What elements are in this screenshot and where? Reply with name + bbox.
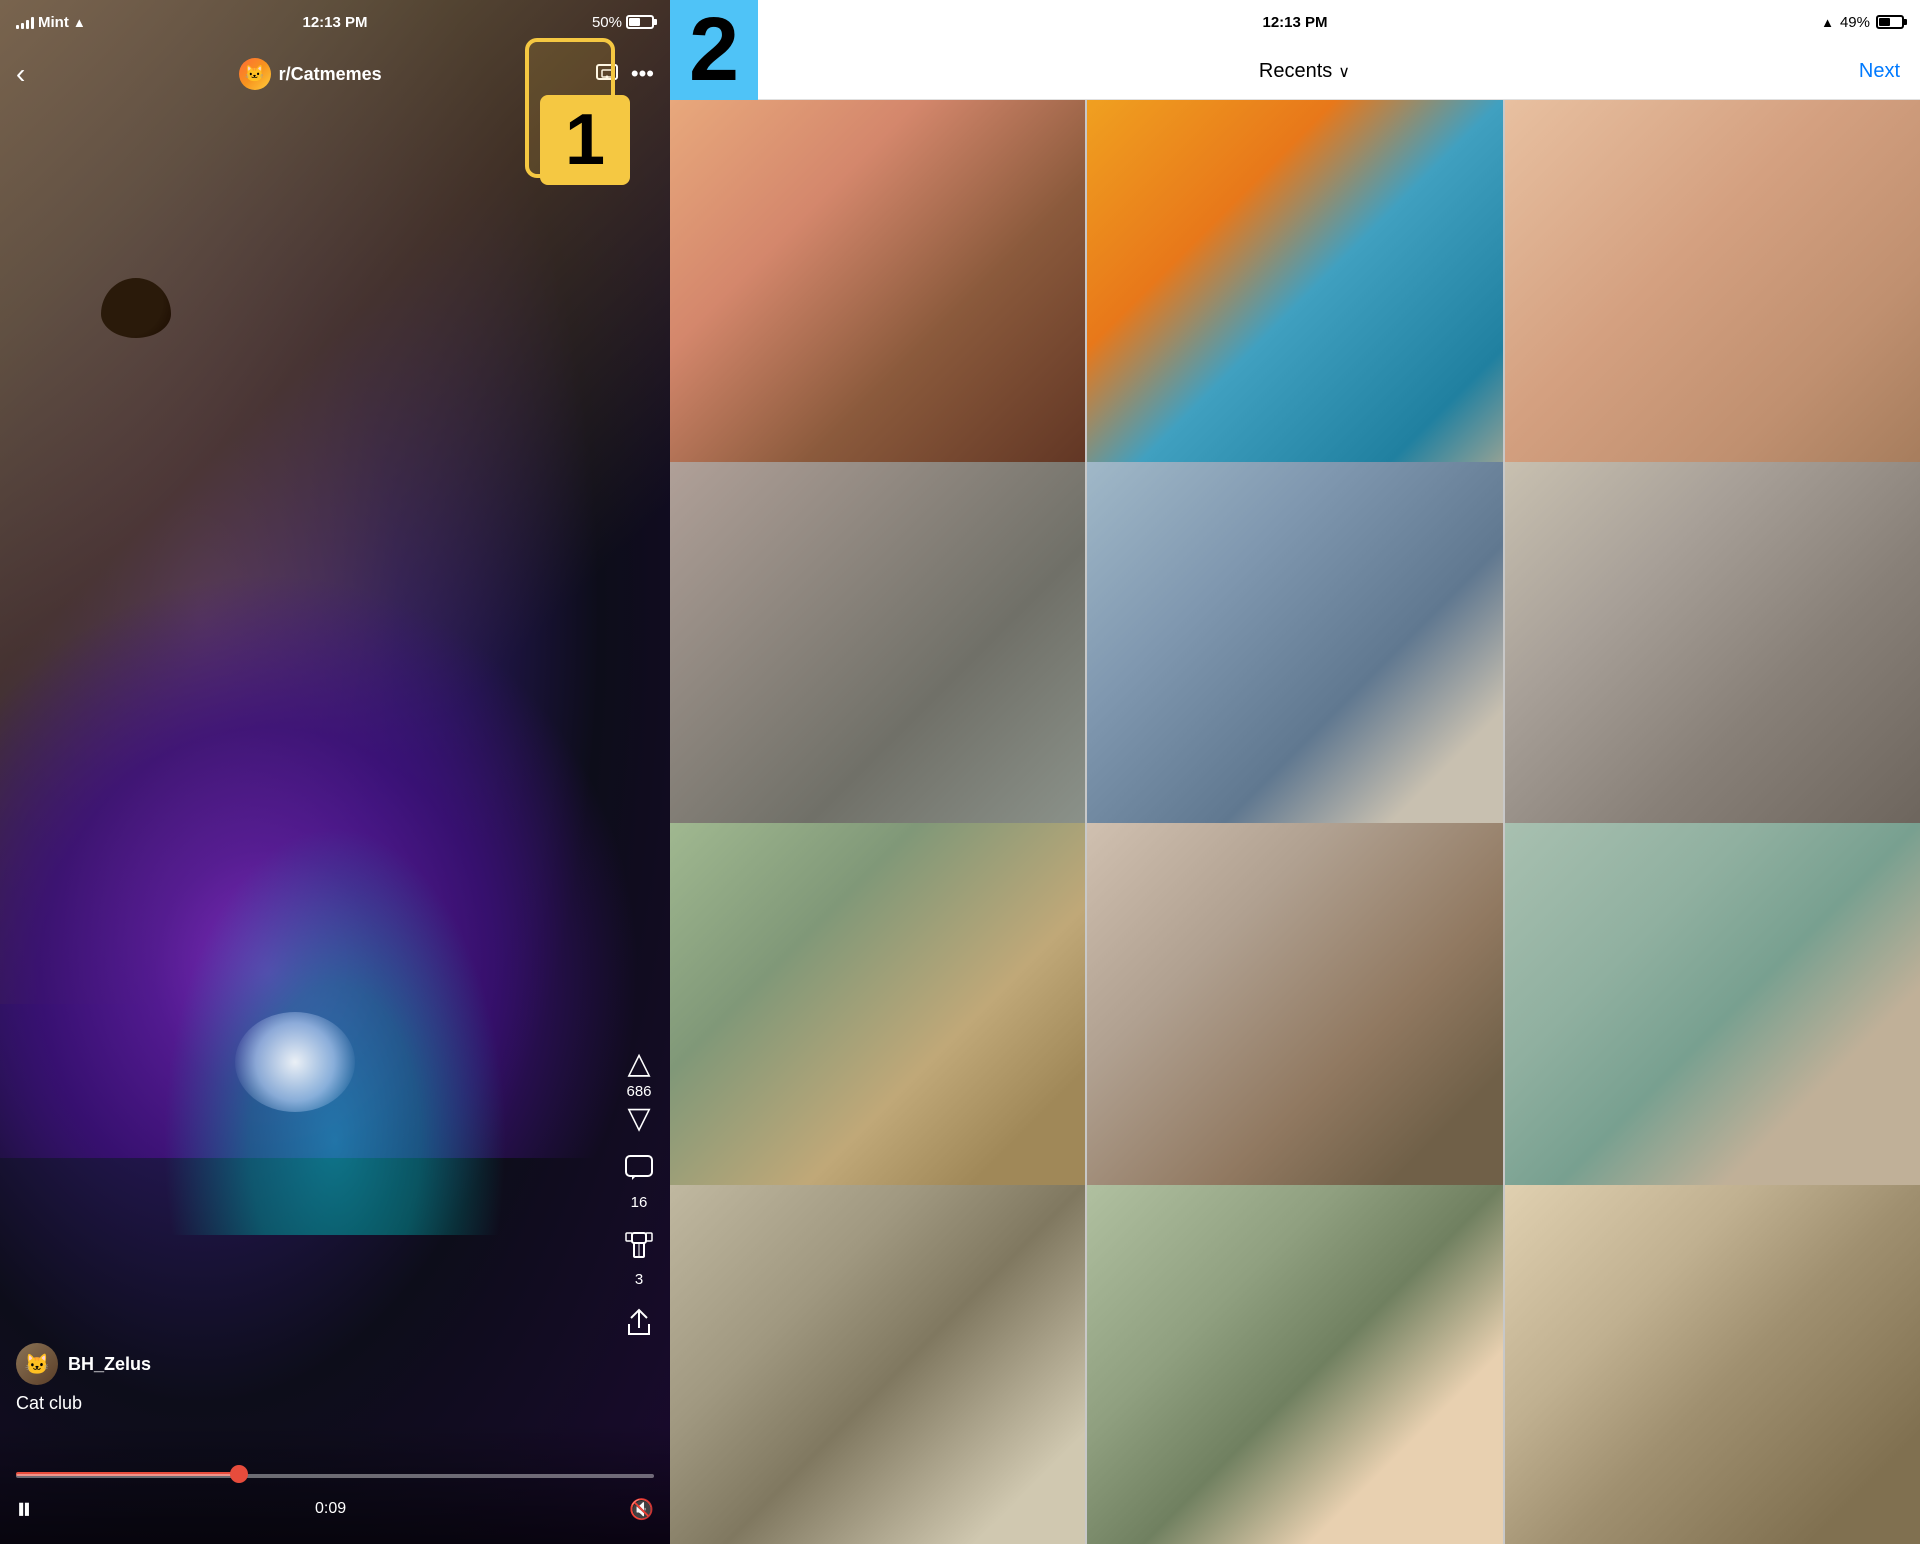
volume-control[interactable]: 🔇 (629, 1497, 654, 1522)
battery-percent-right: 49% (1840, 14, 1870, 31)
battery-fill-left (629, 18, 640, 26)
next-button[interactable]: Next (1859, 60, 1900, 83)
carrier-area: Mint ▲ (16, 14, 86, 31)
photo-cell-1[interactable] (670, 100, 1085, 515)
pause-button[interactable]: ⏸ (16, 1490, 32, 1528)
battery-fill-right (1879, 18, 1890, 26)
status-time-left: 12:13 PM (302, 14, 367, 31)
share-icon (625, 1308, 653, 1344)
photo-cell-11[interactable] (1087, 1185, 1502, 1544)
user-avatar: 🐱 (16, 1343, 58, 1385)
status-bar-right: 12:13 PM ▲ 49% (670, 0, 1920, 44)
photo-cell-4[interactable] (670, 462, 1085, 877)
share-action[interactable] (625, 1308, 653, 1344)
subreddit-avatar: 🐱 (239, 58, 271, 90)
award-action[interactable]: 3 (624, 1231, 654, 1288)
subreddit-name: r/Catmemes (279, 64, 382, 85)
post-title: Cat club (16, 1393, 82, 1413)
wifi-icon-right: ▲ (1821, 15, 1834, 30)
wifi-icon: ▲ (73, 15, 86, 30)
vote-count: 686 (626, 1083, 651, 1100)
back-button[interactable]: ‹ (16, 58, 25, 90)
battery-icon-right (1876, 15, 1904, 29)
photo-cell-7[interactable] (670, 823, 1085, 1238)
battery-area-left: 50% (592, 14, 654, 31)
battery-icon-left (626, 15, 654, 29)
volume-icon: 🔇 (629, 1497, 654, 1522)
more-options-icon[interactable]: ••• (631, 61, 654, 87)
upvote-action[interactable]: △ 686 ▽ (626, 1049, 651, 1134)
subreddit-info[interactable]: 🐱 r/Catmemes (239, 58, 382, 90)
teal-glow (134, 772, 536, 1235)
light-orb (235, 1012, 355, 1112)
step-badge-1: 1 (540, 95, 630, 185)
status-time-right: 12:13 PM (1262, 14, 1327, 31)
comment-action[interactable]: 16 (624, 1154, 654, 1211)
battery-percent-left: 50% (592, 14, 622, 31)
award-icon (624, 1231, 654, 1267)
time-display: 0:09 (315, 1500, 346, 1518)
comment-icon (624, 1154, 654, 1190)
cat-eye (101, 278, 171, 338)
photo-cell-12[interactable] (1505, 1185, 1920, 1544)
photo-grid: 5 5 (670, 100, 1920, 1544)
controls-row: ⏸ 0:09 🔇 (16, 1490, 654, 1528)
comment-count: 16 (631, 1194, 648, 1211)
upvote-icon: △ (627, 1049, 650, 1079)
photo-cell-5[interactable] (1087, 462, 1502, 877)
carrier-name: Mint (38, 14, 69, 31)
signal-icon (16, 15, 34, 29)
progress-bar[interactable] (16, 1472, 654, 1480)
photo-cell-8[interactable] (1087, 823, 1502, 1238)
progress-thumb[interactable] (230, 1465, 248, 1483)
step-badge-2: 2 (670, 0, 758, 100)
progress-track (16, 1474, 654, 1478)
action-buttons: △ 686 ▽ 16 3 (624, 1049, 654, 1344)
username[interactable]: BH_Zelus (68, 1354, 151, 1375)
photo-cell-3[interactable] (1505, 100, 1920, 515)
post-user-info: 🐱 BH_Zelus Cat club (16, 1343, 151, 1414)
video-panel: Mint ▲ 12:13 PM 50% ‹ 🐱 r/Catmemes (0, 0, 670, 1544)
photo-cell-9[interactable]: 5 (1505, 823, 1920, 1238)
recents-button[interactable]: Recents ∨ (1259, 60, 1350, 83)
photo-picker-panel: 2 12:13 PM ▲ 49% Recents ∨ Next 5 5 (670, 0, 1920, 1544)
downvote-icon: ▽ (627, 1104, 650, 1134)
user-row: 🐱 BH_Zelus (16, 1343, 151, 1385)
video-controls: ⏸ 0:09 🔇 (0, 1424, 670, 1544)
chevron-down-icon: ∨ (1338, 62, 1350, 82)
recents-label: Recents (1259, 60, 1332, 83)
status-right-icons: ▲ 49% (1821, 14, 1904, 31)
photo-cell-6[interactable]: 5 (1505, 462, 1920, 877)
photo-cell-10[interactable] (670, 1185, 1085, 1544)
photo-cell-2[interactable] (1087, 100, 1502, 515)
picker-header: Recents ∨ Next (670, 44, 1920, 100)
award-count: 3 (635, 1271, 643, 1288)
